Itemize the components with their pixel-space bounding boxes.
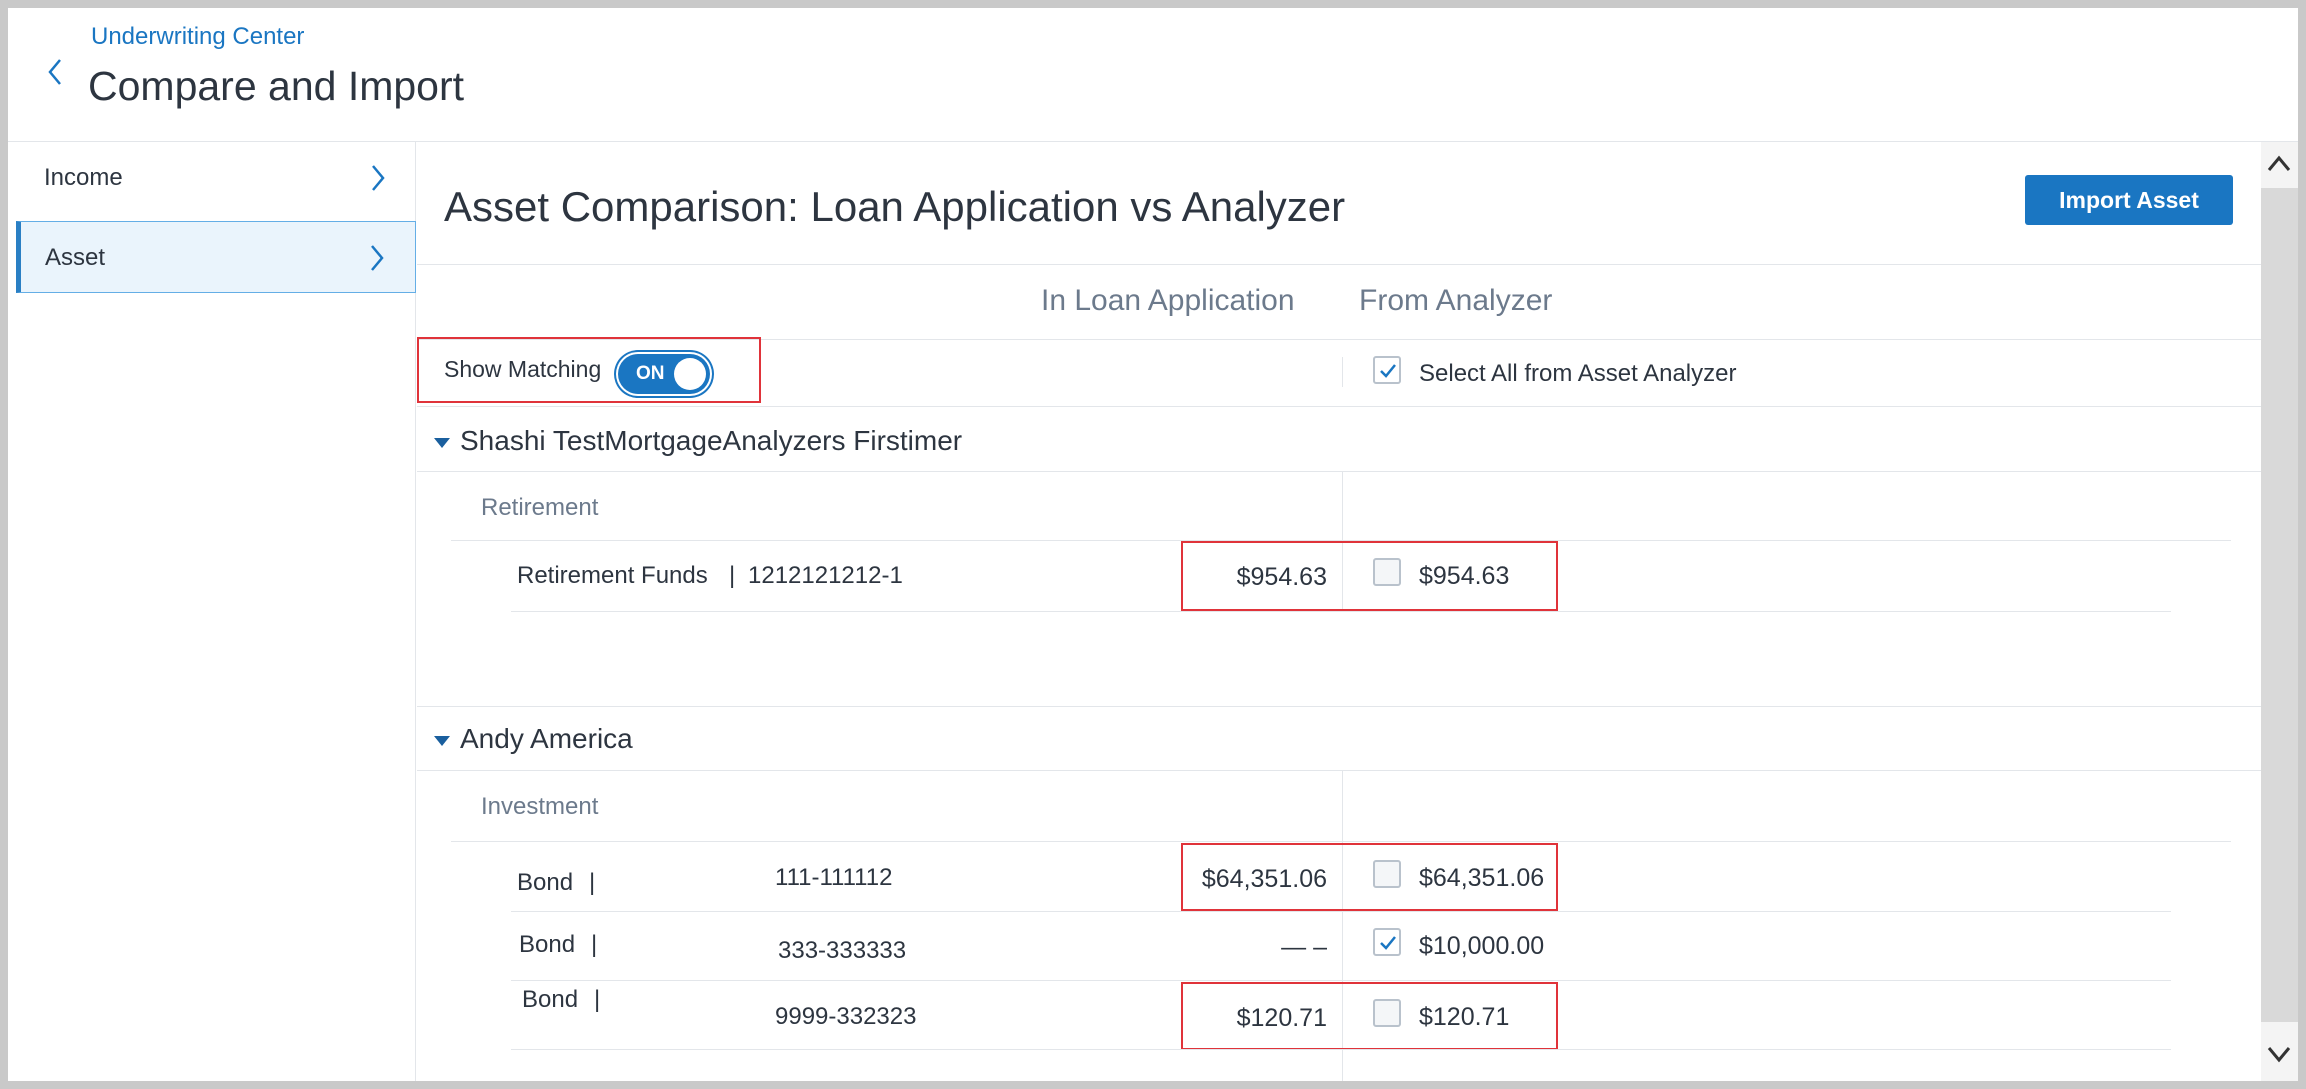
divider (511, 1049, 2171, 1050)
account-number: 1212121212-1 (748, 562, 903, 589)
sidebar-item-label: Income (44, 164, 123, 191)
check-icon (1380, 364, 1396, 378)
import-asset-button[interactable]: Import Asset (2025, 175, 2233, 225)
sidebar: Income Asset (8, 142, 416, 1081)
import-checkbox[interactable] (1373, 928, 1401, 956)
divider (417, 471, 2261, 472)
divider (417, 264, 2261, 265)
account-number: 9999-332323 (775, 1003, 917, 1030)
import-checkbox[interactable] (1373, 999, 1401, 1027)
main-panel: Asset Comparison: Loan Application vs An… (417, 142, 2261, 1081)
loan-app-value-empty: — – (1281, 933, 1327, 961)
scroll-down-button[interactable] (2261, 1022, 2298, 1081)
section-title: Asset Comparison: Loan Application vs An… (444, 183, 1346, 230)
toggle-knob (674, 358, 706, 390)
divider (511, 611, 2171, 612)
select-all-label: Select All from Asset Analyzer (1419, 360, 1737, 387)
divider (511, 911, 2171, 912)
sidebar-item-label: Asset (45, 244, 106, 271)
page-header: Underwriting Center Compare and Import (8, 8, 2298, 142)
loan-app-value: $954.63 (1236, 563, 1327, 591)
group-owner-name[interactable]: Andy America (460, 723, 633, 755)
import-checkbox[interactable] (1373, 860, 1401, 888)
sidebar-item-asset[interactable]: Asset (16, 221, 416, 293)
analyzer-value: $10,000.00 (1419, 932, 1545, 960)
chevron-up-icon (2267, 155, 2291, 171)
page-title: Compare and Import (88, 63, 465, 109)
divider (511, 980, 2171, 981)
show-matching-toggle[interactable]: ON (618, 354, 710, 394)
loan-app-value: $120.71 (1236, 1004, 1327, 1032)
select-all-checkbox[interactable] (1373, 356, 1401, 384)
app-window: Underwriting Center Compare and Import I… (8, 8, 2298, 1081)
loan-app-value: $64,351.06 (1201, 865, 1327, 893)
column-header-loan-application: In Loan Application (1041, 284, 1295, 317)
separator: | (589, 869, 596, 896)
chevron-right-icon (371, 245, 384, 271)
group-owner-name[interactable]: Shashi TestMortgageAnalyzers Firstimer (460, 425, 962, 457)
chevron-right-icon (372, 165, 385, 191)
analyzer-value: $120.71 (1419, 1003, 1510, 1031)
breadcrumb-link[interactable]: Underwriting Center (91, 23, 304, 51)
asset-type: Retirement Funds (517, 562, 708, 589)
column-header-from-analyzer: From Analyzer (1359, 284, 1553, 317)
analyzer-value: $954.63 (1419, 562, 1510, 590)
chevron-left-icon (48, 59, 61, 85)
asset-type: Bond (519, 931, 576, 958)
caret-down-icon[interactable] (434, 438, 450, 448)
divider (451, 841, 2231, 842)
scroll-up-button[interactable] (2261, 142, 2298, 188)
chevron-down-icon (2267, 1047, 2291, 1063)
check-icon (1380, 936, 1396, 950)
caret-down-icon[interactable] (434, 736, 450, 746)
analyzer-value: $64,351.06 (1419, 864, 1545, 892)
divider (417, 406, 2261, 407)
show-matching-label: Show Matching (444, 356, 602, 382)
asset-type: Bond (517, 869, 574, 896)
account-number: 111-111112 (775, 864, 893, 891)
separator: | (594, 986, 601, 1013)
divider (417, 706, 2261, 707)
divider (417, 770, 2261, 771)
back-button[interactable] (38, 46, 74, 94)
toggle-state-label: ON (636, 363, 665, 384)
separator: | (591, 931, 598, 958)
sidebar-item-income[interactable]: Income (16, 142, 416, 214)
asset-type: Bond (522, 986, 579, 1013)
account-number: 333-333333 (778, 937, 907, 964)
separator: | (729, 562, 736, 589)
divider (1342, 357, 1343, 387)
category-label: Retirement (481, 494, 599, 521)
category-label: Investment (481, 793, 599, 820)
vertical-scrollbar[interactable] (2261, 142, 2298, 1081)
import-checkbox[interactable] (1373, 558, 1401, 586)
scrollbar-thumb[interactable] (2261, 142, 2298, 1022)
